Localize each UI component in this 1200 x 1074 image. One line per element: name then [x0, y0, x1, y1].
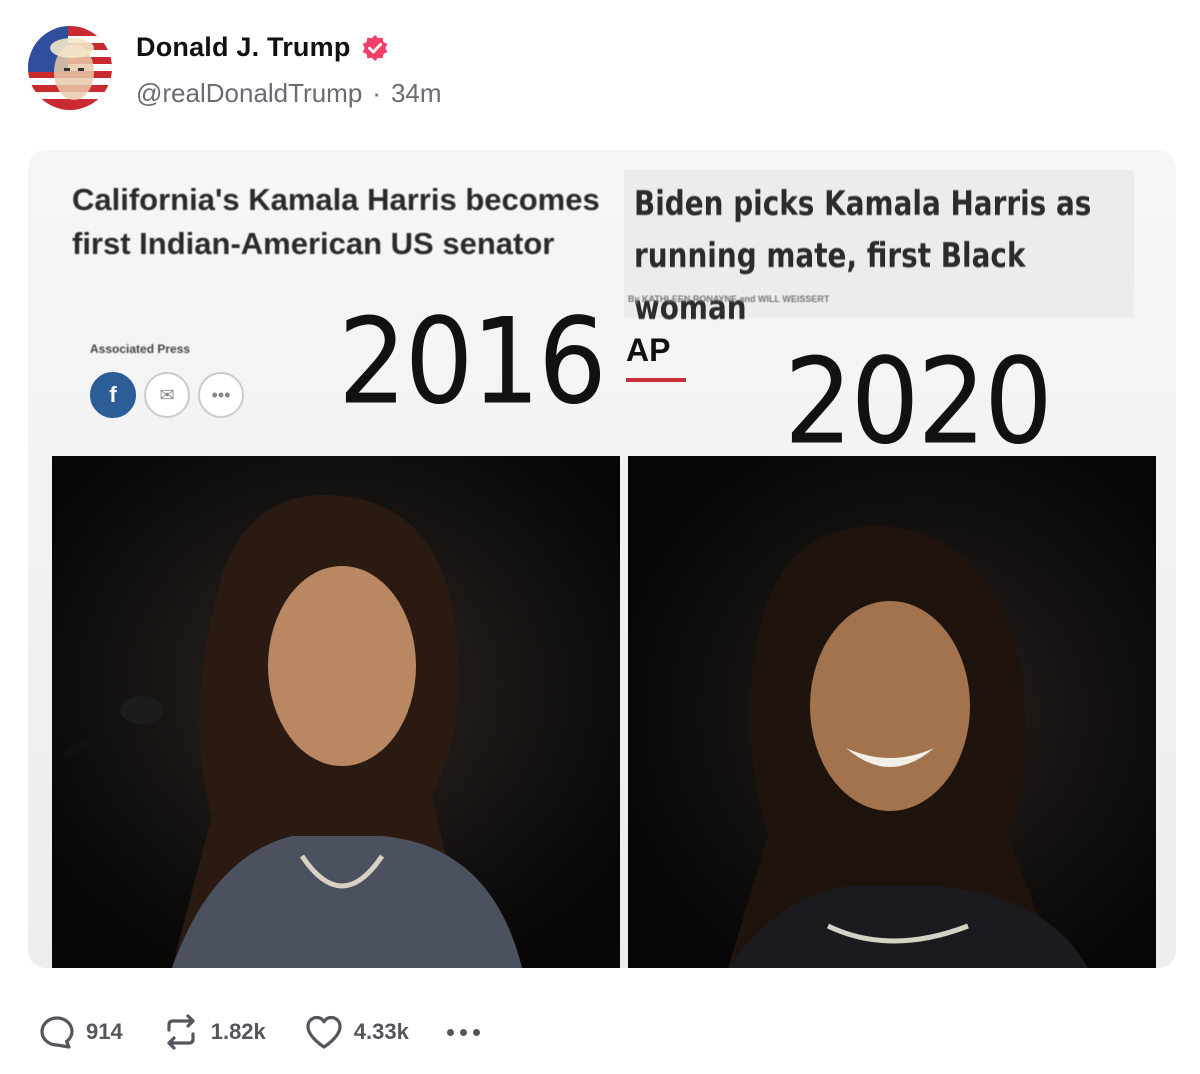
like-button[interactable]: 4.33k: [304, 1013, 409, 1051]
more-icon[interactable]: [446, 1028, 480, 1036]
like-count: 4.33k: [353, 1019, 409, 1044]
heart-icon: [304, 1013, 344, 1051]
name-row: Donald J. Trump: [136, 32, 389, 63]
user-handle[interactable]: @realDonaldTrump: [136, 78, 362, 109]
repost-icon: [161, 1013, 201, 1051]
share-row: f ✉ •••: [90, 372, 244, 418]
facebook-icon: f: [90, 372, 136, 418]
post-timestamp[interactable]: 34m: [391, 78, 442, 109]
right-headline: Biden picks Kamala Harris as running mat…: [634, 184, 1092, 328]
reply-count: 914: [86, 1019, 123, 1044]
action-bar: 914 1.82k 4.33k: [38, 1010, 480, 1054]
verified-badge-icon: [361, 34, 389, 62]
year-2016: 2016: [338, 293, 607, 432]
more-dot: [446, 1028, 454, 1036]
more-dot: [472, 1028, 480, 1036]
ap-underline: [626, 378, 686, 382]
left-headline: California's Kamala Harris becomes first…: [72, 182, 600, 261]
year-2020: 2020: [784, 333, 1053, 472]
post-image[interactable]: California's Kamala Harris becomes first…: [28, 150, 1176, 968]
ap-logo: AP: [626, 332, 671, 368]
ellipsis-icon: •••: [198, 372, 244, 418]
left-source: Associated Press: [90, 342, 191, 356]
mail-icon: ✉: [144, 372, 190, 418]
avatar[interactable]: [28, 26, 112, 110]
right-byline: By KATHLEEN RONAYNE and WILL WEISSERT: [628, 294, 830, 304]
repost-count: 1.82k: [210, 1019, 266, 1044]
reply-icon: [38, 1013, 76, 1051]
photo-right: [628, 456, 1156, 968]
more-dot: [459, 1028, 467, 1036]
repost-button[interactable]: 1.82k: [161, 1013, 266, 1051]
post-header: Donald J. Trump @realDonaldTrump · 34m: [28, 26, 1168, 116]
meta-separator: ·: [372, 78, 381, 108]
photo-left: [52, 456, 620, 968]
reply-button[interactable]: 914: [38, 1013, 123, 1051]
display-name[interactable]: Donald J. Trump: [136, 32, 351, 63]
meta-row: @realDonaldTrump · 34m: [136, 78, 442, 109]
